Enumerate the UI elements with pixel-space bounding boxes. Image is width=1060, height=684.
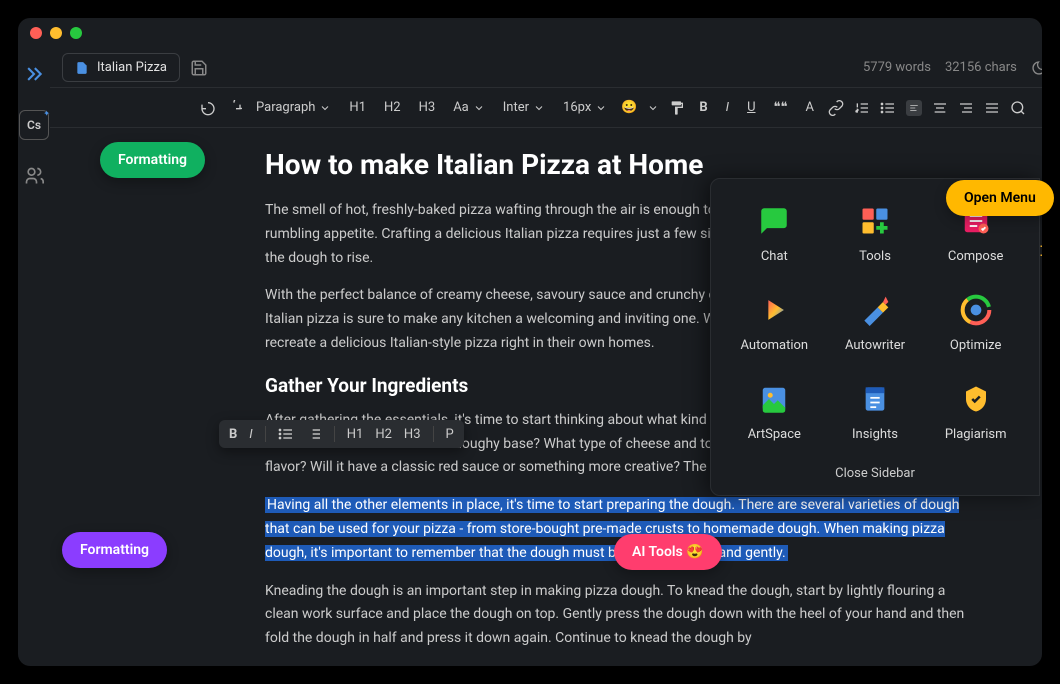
p-button[interactable]: P [446, 427, 454, 442]
char-count: 32156 chars [945, 60, 1017, 75]
titlebar [18, 18, 1042, 48]
format-paint-button[interactable] [669, 100, 685, 116]
text-color-button[interactable]: A [802, 98, 818, 117]
panel-tools[interactable]: Tools [830, 203, 921, 264]
paragraph: Kneading the dough is an important step … [265, 580, 976, 651]
formatting-toolbar: Paragraph H1 H2 H3 Aa Inter 16px 😀 B I U… [50, 88, 1042, 128]
align-justify-button[interactable] [984, 100, 1000, 116]
redo-button[interactable] [226, 100, 242, 116]
panel-chat[interactable]: Chat [729, 203, 820, 264]
h3-button[interactable]: H3 [404, 427, 421, 442]
h2-button[interactable]: H2 [380, 98, 405, 117]
close-window-button[interactable] [30, 27, 42, 39]
expand-sidebar-button[interactable] [18, 58, 50, 90]
callout-ai-tools: AI Tools 😍 [614, 534, 722, 570]
undo-button[interactable] [200, 100, 216, 116]
bold-button[interactable]: B [695, 98, 711, 117]
minimize-window-button[interactable] [50, 27, 62, 39]
cs-logo-icon[interactable]: Cs ✦ [19, 110, 49, 140]
topbar: Italian Pizza 5779 words 32156 chars Hel… [50, 48, 1042, 88]
callout-formatting-2: Formatting [62, 532, 167, 568]
emoji-button[interactable]: 😀 [621, 100, 637, 116]
block-type-select[interactable]: Paragraph [252, 98, 335, 117]
close-sidebar-button[interactable]: Close Sidebar [729, 466, 1021, 481]
panel-insights[interactable]: Insights [830, 381, 921, 442]
bold-button[interactable]: B [229, 427, 237, 442]
team-icon[interactable] [18, 160, 50, 192]
h2-button[interactable]: H2 [375, 427, 392, 442]
ul-button[interactable] [278, 426, 294, 442]
callout-formatting-1: Formatting [100, 142, 205, 178]
chevron-down-icon [647, 102, 659, 114]
panel-automation[interactable]: Automation [729, 292, 820, 353]
topbar-right: 5779 words 32156 chars Hello Nico! NE [863, 55, 1042, 81]
word-count: 5779 words [863, 60, 931, 75]
panel-optimize[interactable]: Optimize [930, 292, 1021, 353]
italic-button[interactable]: I [722, 98, 733, 117]
align-right-button[interactable] [958, 100, 974, 116]
panel-autowriter[interactable]: Autowriter [830, 292, 921, 353]
document-icon [75, 61, 89, 75]
article-heading: How to make Italian Pizza at Home [265, 148, 976, 181]
panel-plagiarism[interactable]: Plagiarism [930, 381, 1021, 442]
font-size-select[interactable]: 16px [559, 98, 611, 117]
ol-button[interactable] [306, 426, 322, 442]
font-family-select[interactable]: Inter [499, 98, 549, 117]
selection-toolbar: B I H1 H2 H3 P [219, 420, 464, 448]
h1-button[interactable]: H1 [345, 98, 370, 117]
align-left-button[interactable] [906, 100, 922, 116]
ordered-list-button[interactable] [854, 100, 870, 116]
save-button[interactable] [190, 59, 208, 77]
callout-open-menu: Open Menu [946, 180, 1054, 216]
ai-tools-panel: Chat Tools Compose Automation Autowriter… [710, 178, 1040, 496]
italic-button[interactable]: I [249, 427, 252, 442]
align-center-button[interactable] [932, 100, 948, 116]
text-size-button[interactable]: Aa [449, 98, 489, 117]
h1-button[interactable]: H1 [347, 427, 364, 442]
underline-button[interactable]: U [743, 98, 759, 117]
unordered-list-button[interactable] [880, 100, 896, 116]
maximize-window-button[interactable] [70, 27, 82, 39]
panel-artspace[interactable]: ArtSpace [729, 381, 820, 442]
document-title: Italian Pizza [97, 60, 167, 75]
theme-toggle[interactable] [1031, 60, 1042, 76]
document-tab[interactable]: Italian Pizza [62, 53, 180, 82]
traffic-lights [30, 27, 82, 39]
link-button[interactable] [828, 100, 844, 116]
search-button[interactable] [1010, 100, 1026, 116]
quote-button[interactable]: ❝❝ [770, 98, 792, 117]
h3-button[interactable]: H3 [415, 98, 440, 117]
left-sidebar: Cs ✦ [18, 48, 50, 666]
